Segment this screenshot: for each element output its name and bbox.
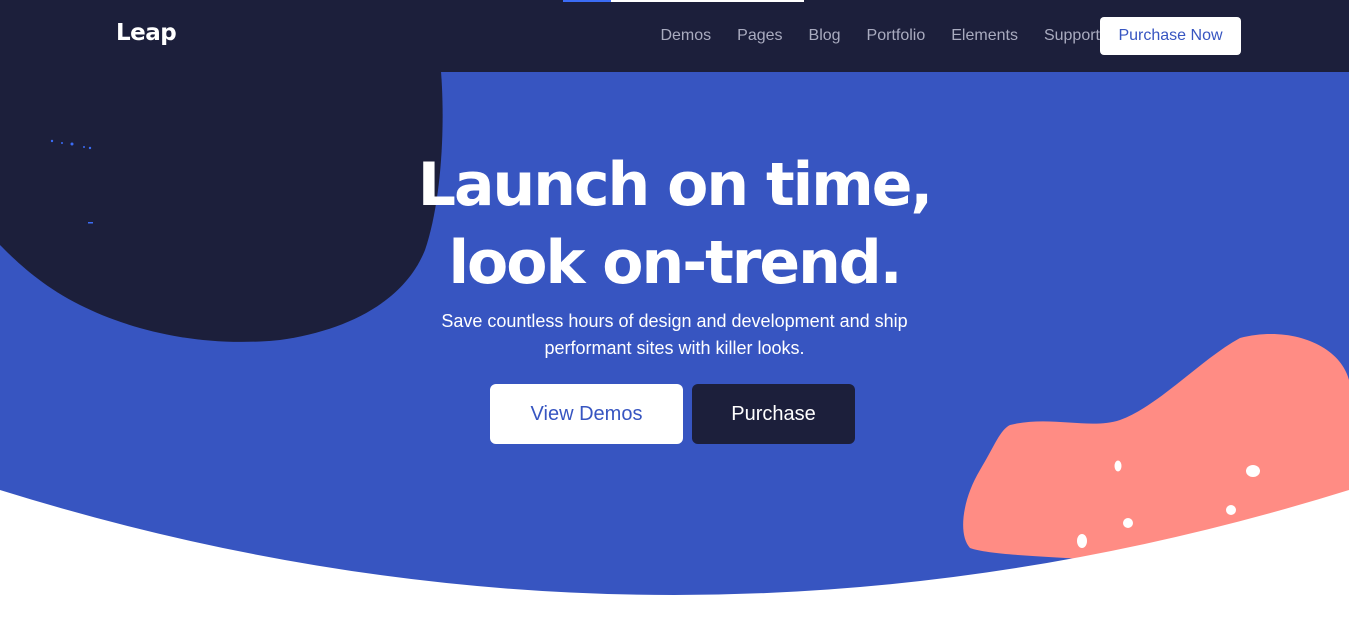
landing-page: Leap Demos Pages Blog Portfolio Elements…	[0, 0, 1349, 639]
nav-link-portfolio[interactable]: Portfolio	[867, 27, 926, 45]
navbar: Leap Demos Pages Blog Portfolio Elements…	[0, 0, 1349, 72]
coral-dot	[1226, 505, 1236, 515]
purchase-button[interactable]: Purchase	[692, 384, 855, 444]
nav-link-pages[interactable]: Pages	[737, 27, 782, 45]
nav-link-elements[interactable]: Elements	[951, 27, 1018, 45]
nav-link-demos[interactable]: Demos	[660, 27, 711, 45]
hero-title-line-2: look on-trend.	[448, 228, 902, 298]
coral-dot	[1123, 518, 1133, 528]
nav-links: Demos Pages Blog Portfolio Elements Supp…	[634, 0, 1100, 72]
hero-subtitle: Save countless hours of design and devel…	[0, 308, 1349, 362]
progress-fill	[563, 0, 612, 2]
hero-subtitle-line-2: performant sites with killer looks.	[544, 338, 805, 358]
nav-link-support[interactable]: Support	[1044, 27, 1100, 45]
hero-title: Launch on time, look on-trend.	[0, 146, 1349, 302]
speck-dot	[61, 142, 63, 144]
nav-link-blog[interactable]: Blog	[809, 27, 841, 45]
purchase-now-button[interactable]: Purchase Now	[1100, 17, 1241, 55]
page-load-progress-bar	[563, 0, 804, 2]
speck-dot	[50, 139, 54, 143]
coral-dot	[1077, 534, 1087, 548]
hero-subtitle-line-1: Save countless hours of design and devel…	[441, 311, 908, 331]
coral-dot	[1114, 460, 1122, 472]
view-demos-button[interactable]: View Demos	[490, 384, 683, 444]
logo[interactable]: Leap	[116, 20, 177, 46]
hero-title-line-1: Launch on time,	[417, 150, 933, 220]
coral-dot	[1246, 465, 1260, 477]
